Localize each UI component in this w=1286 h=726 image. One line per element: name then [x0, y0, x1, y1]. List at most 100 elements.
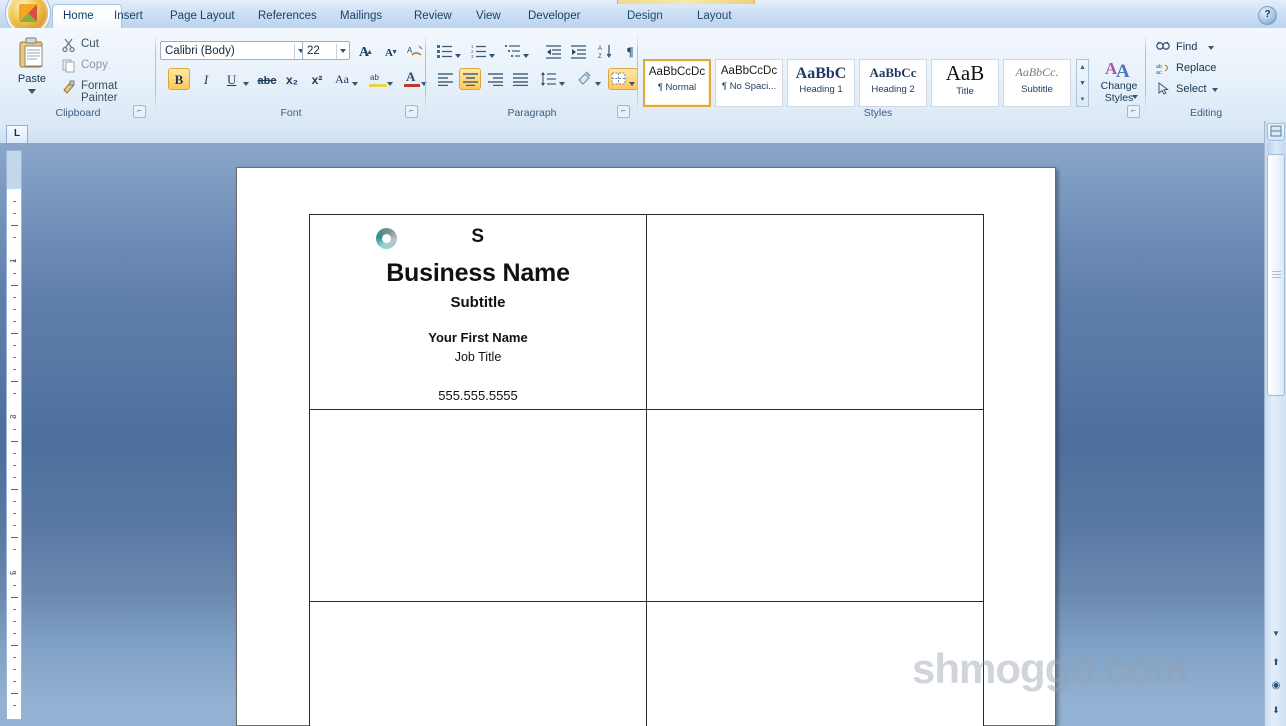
font-size-dropdown-icon[interactable] [340, 49, 346, 53]
shading-dropdown-icon[interactable] [595, 82, 601, 86]
svg-text:Z: Z [598, 54, 602, 59]
card-cell-2[interactable] [646, 214, 984, 410]
text-highlight-dropdown-icon[interactable] [387, 82, 393, 86]
tab-review[interactable]: Review [404, 6, 462, 28]
style-title[interactable]: AaB Title [931, 59, 999, 107]
scrollbar-track-top[interactable] [1267, 142, 1285, 154]
line-spacing-dropdown-icon[interactable] [559, 82, 565, 86]
styles-gallery-scroll[interactable]: ▲ ▼ ▾ [1076, 59, 1089, 107]
italic-button[interactable]: I [195, 68, 217, 90]
next-page-button[interactable]: ⬇ [1267, 702, 1285, 720]
tab-page-layout[interactable]: Page Layout [160, 6, 245, 28]
line-spacing-button[interactable] [538, 68, 568, 90]
borders-button[interactable] [608, 68, 638, 90]
justify-button[interactable] [509, 68, 531, 90]
multilevel-list-button[interactable] [502, 40, 532, 62]
change-case-button[interactable]: Aa [331, 68, 361, 90]
format-painter-button[interactable]: Format Painter [58, 76, 155, 98]
tab-references[interactable]: References [248, 6, 327, 28]
borders-dropdown-icon[interactable] [629, 82, 635, 86]
numbering-button[interactable]: 123 [468, 40, 498, 62]
underline-button[interactable]: U [222, 68, 252, 90]
replace-button[interactable]: ab ac Replace [1156, 59, 1246, 78]
tab-insert[interactable]: Insert [104, 6, 153, 28]
decrease-indent-button[interactable] [542, 40, 564, 62]
align-right-button[interactable] [484, 68, 506, 90]
change-styles-button[interactable]: A A Change Styles [1096, 56, 1142, 112]
help-icon[interactable]: ? [1258, 6, 1277, 25]
scrollbar-split-button[interactable] [1267, 123, 1285, 141]
change-case-dropdown-icon[interactable] [352, 82, 358, 86]
paste-dropdown-arrow-icon[interactable] [28, 89, 36, 94]
style-no-spacing[interactable]: AaBbCcDc ¶ No Spaci... [715, 59, 783, 107]
styles-more-icon[interactable]: ▾ [1077, 92, 1088, 107]
tab-layout-label: Layout [697, 10, 732, 22]
style-heading-2[interactable]: AaBbCc Heading 2 [859, 59, 927, 107]
multilevel-list-dropdown-icon[interactable] [523, 54, 529, 58]
increase-indent-icon [571, 45, 587, 59]
bold-button[interactable]: B [168, 68, 190, 90]
bullets-button[interactable] [434, 40, 464, 62]
sort-button[interactable]: A Z [594, 40, 616, 62]
style-subtitle[interactable]: AaBbCc. Subtitle [1003, 59, 1071, 107]
style-normal[interactable]: AaBbCcDc ¶ Normal [643, 59, 711, 107]
document-canvas[interactable]: S Business Name Subtitle Your First Name… [0, 143, 1286, 726]
align-left-button[interactable] [434, 68, 456, 90]
business-card-table[interactable]: S Business Name Subtitle Your First Name… [309, 214, 984, 726]
font-size-input[interactable]: 22 [302, 41, 350, 60]
clipboard-dialog-launcher[interactable]: ⌐ [133, 105, 146, 118]
paragraph-dialog-launcher[interactable]: ⌐ [617, 105, 630, 118]
increase-indent-button[interactable] [567, 40, 589, 62]
tab-layout[interactable]: Layout [687, 6, 742, 28]
cut-button[interactable]: Cut [58, 34, 152, 56]
scrollbar-thumb-grip [1272, 271, 1281, 279]
styles-dialog-launcher[interactable]: ⌐ [1127, 105, 1140, 118]
scroll-down-button[interactable]: ▼ [1267, 626, 1285, 644]
change-styles-dropdown-icon[interactable] [1132, 95, 1138, 99]
select-browse-object-button[interactable]: ◉ [1267, 678, 1285, 696]
select-button[interactable]: Select [1156, 80, 1241, 99]
subscript-button[interactable]: x₂ [281, 68, 303, 90]
select-dropdown-icon[interactable] [1212, 88, 1218, 92]
font-name-input[interactable]: Calibri (Body) [160, 41, 308, 60]
shrink-font-button[interactable]: A ▼ [377, 40, 401, 61]
vruler-top-margin [7, 151, 21, 189]
tab-stop-selector[interactable]: L [6, 125, 28, 144]
card-cell-3[interactable] [309, 409, 647, 602]
styles-scroll-up-icon[interactable]: ▲ [1077, 60, 1088, 75]
strikethrough-button[interactable]: abc [256, 68, 278, 90]
underline-dropdown-icon[interactable] [243, 82, 249, 86]
tab-view[interactable]: View [466, 6, 511, 28]
superscript-button[interactable]: x² [306, 68, 328, 90]
scrollbar-thumb[interactable] [1267, 154, 1285, 396]
horizontal-ruler[interactable]: 1 2 3 4 5 6 [0, 121, 1286, 144]
styles-scroll-down-icon[interactable]: ▼ [1077, 76, 1088, 91]
clear-formatting-button[interactable]: A [404, 40, 427, 61]
text-highlight-color-button[interactable]: ab [366, 68, 396, 90]
card-cell-1[interactable]: S Business Name Subtitle Your First Name… [309, 214, 647, 410]
find-dropdown-icon[interactable] [1208, 46, 1214, 50]
paste-button[interactable]: Paste [10, 34, 54, 108]
find-button[interactable]: Find [1156, 38, 1236, 57]
grow-font-button[interactable]: A ▲ [352, 40, 376, 61]
vertical-ruler[interactable]: 1 3 5 [6, 150, 22, 720]
style-heading-1[interactable]: AaBbC Heading 1 [787, 59, 855, 107]
tab-mailings[interactable]: Mailings [330, 6, 392, 28]
tab-design[interactable]: Design [617, 6, 673, 28]
previous-page-button[interactable]: ⬆ [1267, 654, 1285, 672]
style-subtitle-sample: AaBbCc. [1004, 65, 1070, 80]
ribbon: Paste Cut Copy [0, 28, 1286, 122]
numbering-dropdown-icon[interactable] [489, 54, 495, 58]
card-cell-5[interactable] [309, 601, 647, 726]
document-page[interactable]: S Business Name Subtitle Your First Name… [236, 167, 1056, 726]
vertical-scrollbar[interactable]: ▼ ⬆ ◉ ⬇ [1264, 121, 1286, 726]
shading-button[interactable] [574, 68, 604, 90]
card-cell-4[interactable] [646, 409, 984, 602]
replace-icon: ab ac [1156, 62, 1171, 75]
align-center-button[interactable] [459, 68, 481, 90]
format-painter-icon [62, 80, 76, 94]
bullets-dropdown-icon[interactable] [455, 54, 461, 58]
copy-button[interactable]: Copy [58, 55, 152, 77]
font-dialog-launcher[interactable]: ⌐ [405, 105, 418, 118]
tab-developer[interactable]: Developer [518, 6, 590, 28]
